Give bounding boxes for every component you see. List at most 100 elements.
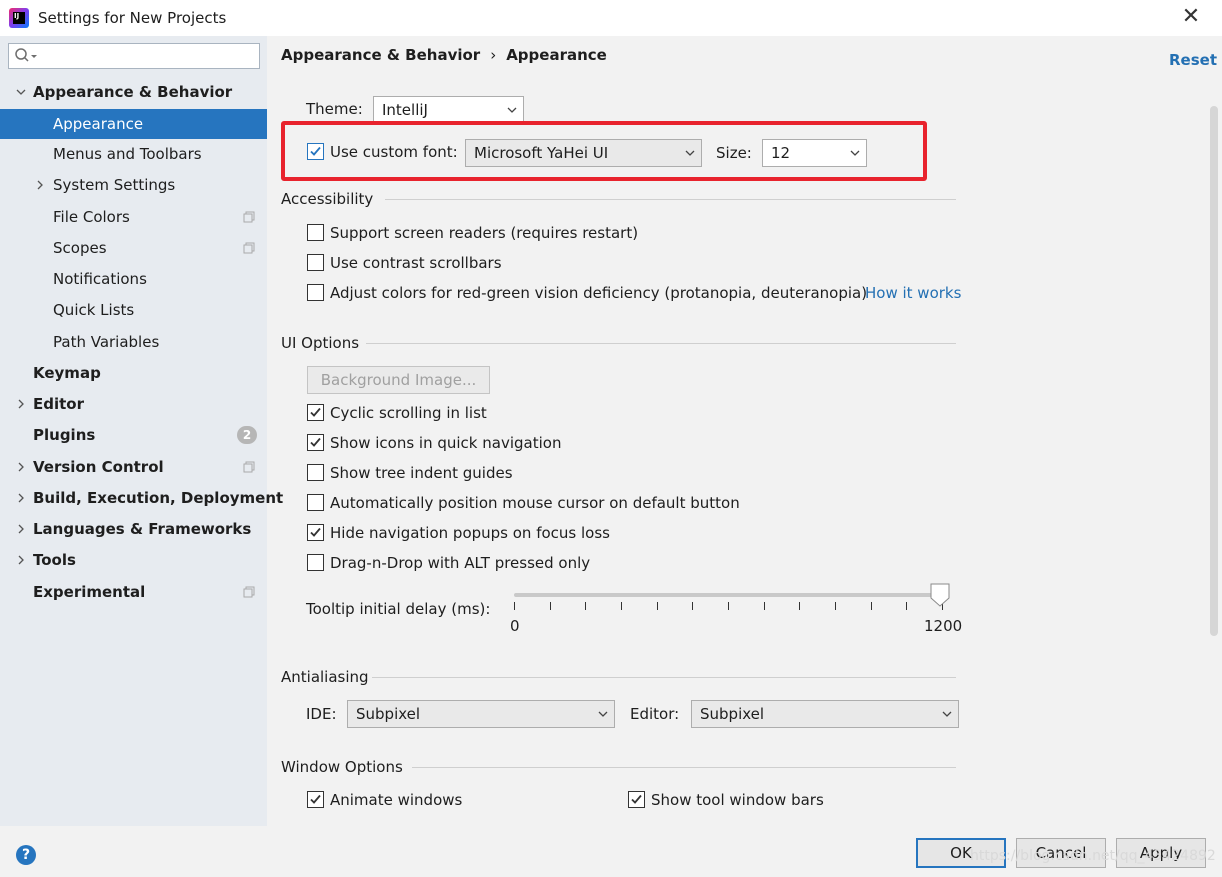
reset-link[interactable]: Reset bbox=[1169, 51, 1217, 69]
sidebar-item-label: Editor bbox=[33, 395, 84, 413]
search-icon bbox=[15, 48, 37, 62]
slider-tick bbox=[657, 602, 658, 610]
checkbox-label: Use custom font: bbox=[330, 143, 458, 161]
checkmark-icon bbox=[310, 437, 321, 447]
sidebar-item-appearance-behavior[interactable]: Appearance & Behavior bbox=[0, 77, 267, 107]
sidebar-item-experimental[interactable]: Experimental bbox=[0, 577, 267, 607]
tooltip-delay-label: Tooltip initial delay (ms): bbox=[306, 600, 491, 618]
editor-antialiasing-value: Subpixel bbox=[700, 705, 765, 723]
chevron-down-icon bbox=[942, 711, 952, 717]
project-scope-icon bbox=[243, 586, 255, 598]
ide-antialiasing-select[interactable]: Subpixel bbox=[347, 700, 615, 728]
checkbox-box bbox=[307, 254, 324, 271]
sidebar-item-keymap[interactable]: Keymap bbox=[0, 358, 267, 388]
slider-tick bbox=[585, 602, 586, 610]
checkbox-label: Use contrast scrollbars bbox=[330, 254, 502, 272]
checkbox-label: Show tree indent guides bbox=[330, 464, 513, 482]
drag-drop-alt-checkbox[interactable]: Drag-n-Drop with ALT pressed only bbox=[307, 552, 597, 574]
font-size-select[interactable]: 12 bbox=[762, 139, 867, 167]
checkmark-icon bbox=[310, 407, 321, 417]
breadcrumb-current: Appearance bbox=[506, 46, 607, 64]
settings-sidebar: Appearance & Behavior Appearance Menus a… bbox=[0, 36, 283, 826]
checkbox-label: Adjust colors for red-green vision defic… bbox=[330, 284, 868, 302]
screen-readers-checkbox[interactable]: Support screen readers (requires restart… bbox=[307, 222, 639, 244]
sidebar-item-appearance[interactable]: Appearance bbox=[0, 109, 267, 139]
sidebar-item-label: Plugins bbox=[33, 426, 96, 444]
cyclic-scrolling-checkbox[interactable]: Cyclic scrolling in list bbox=[307, 402, 497, 424]
theme-select[interactable]: IntelliJ bbox=[373, 96, 524, 124]
show-tool-window-bars-checkbox[interactable]: Show tool window bars bbox=[628, 789, 838, 811]
breadcrumb-separator: › bbox=[490, 46, 497, 64]
checkbox-label: Drag-n-Drop with ALT pressed only bbox=[330, 554, 591, 572]
custom-font-select[interactable]: Microsoft YaHei UI bbox=[465, 139, 702, 167]
sidebar-item-label: Notifications bbox=[53, 270, 147, 288]
sidebar-item-label: File Colors bbox=[53, 208, 130, 226]
checkbox-box bbox=[628, 791, 645, 808]
sidebar-item-build-execution-deployment[interactable]: Build, Execution, Deployment bbox=[0, 483, 283, 513]
how-it-works-link[interactable]: How it works bbox=[865, 284, 961, 302]
auto-mouse-cursor-checkbox[interactable]: Automatically position mouse cursor on d… bbox=[307, 492, 740, 514]
font-size-label: Size: bbox=[716, 144, 752, 162]
sidebar-item-quick-lists[interactable]: Quick Lists bbox=[0, 295, 267, 325]
chevron-down-icon bbox=[598, 711, 608, 717]
sidebar-item-version-control[interactable]: Version Control bbox=[0, 452, 267, 482]
sidebar-item-notifications[interactable]: Notifications bbox=[0, 264, 267, 294]
sidebar-item-file-colors[interactable]: File Colors bbox=[0, 202, 267, 232]
sidebar-item-tools[interactable]: Tools bbox=[0, 545, 267, 575]
icons-quick-nav-checkbox[interactable]: Show icons in quick navigation bbox=[307, 432, 567, 454]
background-image-button[interactable]: Background Image... bbox=[307, 366, 490, 394]
chevron-right-icon bbox=[37, 180, 43, 190]
slider-thumb[interactable] bbox=[930, 583, 950, 607]
accessibility-section-title: Accessibility bbox=[281, 190, 374, 208]
use-custom-font-checkbox[interactable]: Use custom font: bbox=[307, 141, 467, 163]
close-icon[interactable]: ✕ bbox=[1176, 4, 1206, 32]
hide-nav-popups-checkbox[interactable]: Hide navigation popups on focus loss bbox=[307, 522, 617, 544]
sidebar-item-editor[interactable]: Editor bbox=[0, 389, 267, 419]
editor-antialiasing-select[interactable]: Subpixel bbox=[691, 700, 959, 728]
animate-windows-checkbox[interactable]: Animate windows bbox=[307, 789, 477, 811]
slider-tick bbox=[692, 602, 693, 610]
checkbox-box bbox=[307, 404, 324, 421]
contrast-scrollbars-checkbox[interactable]: Use contrast scrollbars bbox=[307, 252, 507, 274]
sidebar-item-languages-frameworks[interactable]: Languages & Frameworks bbox=[0, 514, 267, 544]
chevron-down-icon bbox=[685, 150, 695, 156]
checkbox-label: Animate windows bbox=[330, 791, 463, 809]
checkbox-box bbox=[307, 791, 324, 808]
chevron-right-icon bbox=[18, 493, 24, 503]
checkmark-icon bbox=[310, 146, 321, 156]
project-scope-icon bbox=[243, 242, 255, 254]
tooltip-delay-slider-track[interactable] bbox=[514, 593, 942, 597]
editor-antialiasing-label: Editor: bbox=[630, 705, 680, 723]
checkbox-box bbox=[307, 554, 324, 571]
help-icon[interactable]: ? bbox=[16, 845, 36, 865]
project-scope-icon bbox=[243, 461, 255, 473]
sidebar-item-label: Menus and Toolbars bbox=[53, 145, 202, 163]
checkbox-box bbox=[307, 464, 324, 481]
plugins-update-badge: 2 bbox=[237, 426, 257, 444]
checkbox-label: Support screen readers (requires restart… bbox=[330, 224, 639, 242]
sidebar-item-label: Appearance bbox=[53, 115, 144, 133]
theme-label: Theme: bbox=[306, 100, 363, 118]
sidebar-item-label: Scopes bbox=[53, 239, 107, 257]
breadcrumb-parent: Appearance & Behavior bbox=[281, 46, 481, 64]
tree-indent-guides-checkbox[interactable]: Show tree indent guides bbox=[307, 462, 527, 484]
sidebar-item-menus-toolbars[interactable]: Menus and Toolbars bbox=[0, 139, 267, 169]
intellij-logo-icon: IJ bbox=[9, 8, 29, 28]
checkbox-label: Show icons in quick navigation bbox=[330, 434, 562, 452]
chevron-right-icon bbox=[18, 555, 24, 565]
chevron-right-icon bbox=[18, 524, 24, 534]
sidebar-item-label: Path Variables bbox=[53, 333, 160, 351]
sidebar-item-plugins[interactable]: Plugins 2 bbox=[0, 420, 267, 450]
sidebar-item-scopes[interactable]: Scopes bbox=[0, 233, 267, 263]
slider-max-label: 1200 bbox=[924, 617, 963, 635]
checkbox-box bbox=[307, 524, 324, 541]
window-title: Settings for New Projects bbox=[38, 9, 227, 27]
chevron-down-icon bbox=[16, 89, 26, 95]
slider-tick bbox=[514, 602, 515, 610]
sidebar-item-path-variables[interactable]: Path Variables bbox=[0, 327, 267, 357]
settings-search-input[interactable] bbox=[8, 43, 260, 69]
color-deficiency-checkbox[interactable]: Adjust colors for red-green vision defic… bbox=[307, 282, 867, 304]
vertical-scrollbar[interactable] bbox=[1210, 106, 1218, 636]
sidebar-item-system-settings[interactable]: System Settings bbox=[0, 170, 267, 200]
ide-antialiasing-label: IDE: bbox=[306, 705, 337, 723]
